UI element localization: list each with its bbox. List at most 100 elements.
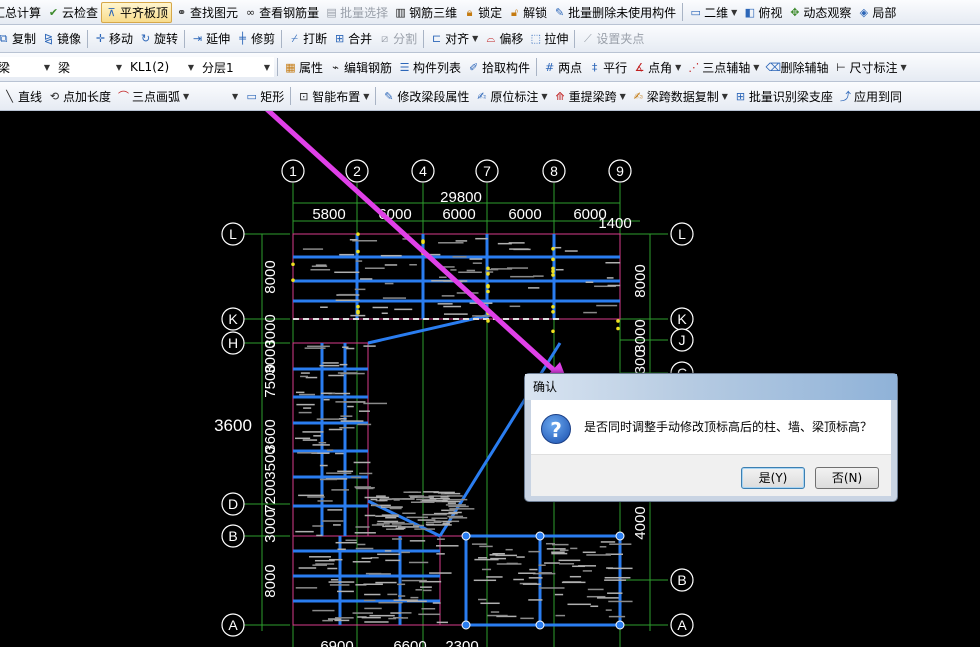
batch-select-button[interactable]: ▤ 批量选择: [322, 2, 391, 23]
lock-button[interactable]: 🔒︎ 锁定: [460, 2, 505, 23]
point-length-button[interactable]: ⟲ 点加长度: [45, 86, 114, 107]
rebar-annotation-mark: [312, 609, 335, 612]
summary-calc-button[interactable]: 汇总计算: [0, 2, 44, 23]
copy-button[interactable]: ⧉ 复制: [0, 28, 39, 49]
dimension-label: 7200: [262, 479, 279, 512]
move-button[interactable]: ✛ 移动: [91, 28, 136, 49]
align-top-icon: ⊼: [107, 5, 116, 19]
align-top-button[interactable]: ⊼ 平齐板顶: [101, 1, 173, 23]
break-button[interactable]: ⌿ 打断: [285, 28, 330, 49]
dimension-button[interactable]: ⊢ 尺寸标注 ▼: [831, 57, 909, 78]
find-element-button[interactable]: ⚭ 查找图元: [172, 2, 241, 23]
apply-same-button[interactable]: ⤴ 应用到同: [836, 86, 905, 107]
cloud-check-button[interactable]: ✔ 云检查: [44, 2, 101, 23]
split-icon: ⧄: [381, 32, 389, 45]
mirror-button[interactable]: ⧎ 镜像: [39, 28, 84, 49]
rotate-button[interactable]: ↻ 旋转: [136, 28, 181, 49]
rebar-annotation-mark: [606, 277, 614, 279]
rebar-annotation-mark: [375, 515, 399, 517]
rebar-annotation-mark: [466, 269, 476, 272]
three-point-arc-button[interactable]: ⌒ 三点画弧 ▼: [114, 86, 192, 107]
layer-select[interactable]: 分层1 ▼: [198, 57, 274, 77]
chevron-down-icon: ▼: [183, 91, 190, 101]
local-view-button[interactable]: ◈ 局部: [854, 2, 899, 23]
stretch-button[interactable]: ⬚ 拉伸: [526, 28, 571, 49]
rebar-annotation-mark: [322, 619, 334, 622]
rebar-annotation-mark: [364, 593, 381, 596]
rebar-annotation-mark: [297, 452, 318, 454]
rebar-annotation-mark: [447, 515, 464, 518]
point-angle-button[interactable]: ∡ 点角 ▼: [630, 57, 684, 78]
rebar-annotation-mark: [604, 579, 627, 581]
view-rebar-button[interactable]: ∞ 查看钢筋量: [241, 2, 322, 23]
re-extract-span-dropdown[interactable]: ⟰ 重提梁跨 ▼: [551, 86, 629, 107]
rebar-annotation-mark: [567, 603, 591, 606]
yes-button[interactable]: 是(Y): [741, 467, 805, 489]
axis-label: A: [677, 617, 687, 633]
copy-span-data-dropdown[interactable]: ✍ 梁跨数据复制 ▼: [629, 86, 731, 107]
pick-component-button[interactable]: ✐ 拾取构件: [464, 57, 533, 78]
rebar-annotation-mark: [320, 392, 332, 395]
rebar-annotation-mark: [438, 242, 464, 244]
dynamic-observe-button[interactable]: ✥ 动态观察: [785, 2, 854, 23]
column-node: [486, 284, 490, 289]
rebar-annotation-mark: [370, 498, 378, 501]
in-situ-label-dropdown[interactable]: ✍ 原位标注 ▼: [472, 86, 550, 107]
two-points-button[interactable]: # 两点: [540, 57, 585, 78]
batch-identify-support-button[interactable]: ⊞ 批量识别梁支座: [731, 86, 836, 107]
top-view-button[interactable]: ◧ 俯视: [740, 2, 785, 23]
no-button[interactable]: 否(N): [815, 467, 879, 489]
offset-button[interactable]: ⌓ 偏移: [481, 28, 526, 49]
rebar-annotation-mark: [384, 282, 394, 285]
rebar-3d-button[interactable]: ▥ 钢筋三维: [391, 2, 460, 23]
line-button[interactable]: ╲ 直线: [0, 86, 45, 107]
rebar-annotation-mark: [436, 538, 445, 540]
properties-icon: ▦: [285, 60, 296, 74]
rebar-annotation-mark: [490, 611, 500, 613]
align-dropdown[interactable]: ⊏ 对齐 ▼: [427, 28, 481, 49]
rebar-annotation-mark: [448, 517, 468, 519]
rebar-annotation-mark: [380, 254, 402, 257]
rebar-annotation-mark: [340, 415, 353, 417]
category-select[interactable]: 梁▼: [0, 57, 54, 77]
type-select[interactable]: 梁 ▼: [54, 57, 126, 77]
rebar-annotation-mark: [506, 562, 518, 565]
rebar-annotation-mark: [478, 598, 487, 601]
rebar-annotation-mark: [380, 506, 403, 508]
batch-delete-button[interactable]: ✎ 批量删除未使用构件: [550, 2, 679, 23]
properties-button[interactable]: ▦ 属性: [281, 57, 326, 78]
split-button[interactable]: ⧄ 分割: [375, 28, 420, 49]
edit-rebar-button[interactable]: ⌁ 编辑钢筋: [326, 57, 395, 78]
rebar-annotation-mark: [448, 505, 469, 508]
delete-axis-button[interactable]: ⌫ 删除辅轴: [762, 57, 831, 78]
parallel-button[interactable]: ‡ 平行: [585, 57, 630, 78]
modify-span-props-button[interactable]: ✎ 修改梁段属性: [379, 86, 472, 107]
component-list-button[interactable]: ☰ 构件列表: [395, 57, 464, 78]
axis-bubble: J: [670, 328, 694, 352]
cube-icon: ◧: [744, 5, 756, 19]
merge-button[interactable]: ⊞ 合并: [330, 28, 375, 49]
dimension-label: 6000: [442, 206, 475, 223]
arc-mode-select[interactable]: ▼: [192, 86, 242, 106]
rebar-annotation-mark: [585, 281, 594, 283]
trim-button[interactable]: ╪ 修剪: [233, 28, 278, 49]
rebar-annotation-mark: [486, 576, 503, 578]
rebar-annotation-mark: [334, 619, 350, 622]
rebar-annotation-mark: [528, 577, 543, 579]
column-node: [551, 309, 555, 314]
set-grip-button[interactable]: ⟋ 设置夹点: [578, 28, 647, 49]
smart-layout-dropdown[interactable]: ⊡ 智能布置 ▼: [294, 86, 372, 107]
rectangle-button[interactable]: ▭ 矩形: [242, 86, 287, 107]
rebar-annotation-mark: [361, 557, 373, 560]
view-mode-dropdown[interactable]: ▭ 二维 ▼: [686, 2, 740, 23]
three-point-axis-button[interactable]: ⋰ 三点辅轴 ▼: [684, 57, 762, 78]
chevron-down-icon: ▼: [731, 7, 738, 17]
extend-button[interactable]: ⇥ 延伸: [188, 28, 233, 49]
rebar-annotation-mark: [394, 308, 413, 311]
rebar-annotation-mark: [315, 563, 335, 565]
unlock-button[interactable]: 🔓︎ 解锁: [505, 2, 550, 23]
component-select[interactable]: KL1(2) ▼: [126, 57, 198, 77]
grip-point: [461, 531, 471, 541]
rebar-annotation-mark: [455, 240, 468, 242]
dimension-label: 6600: [393, 638, 426, 647]
